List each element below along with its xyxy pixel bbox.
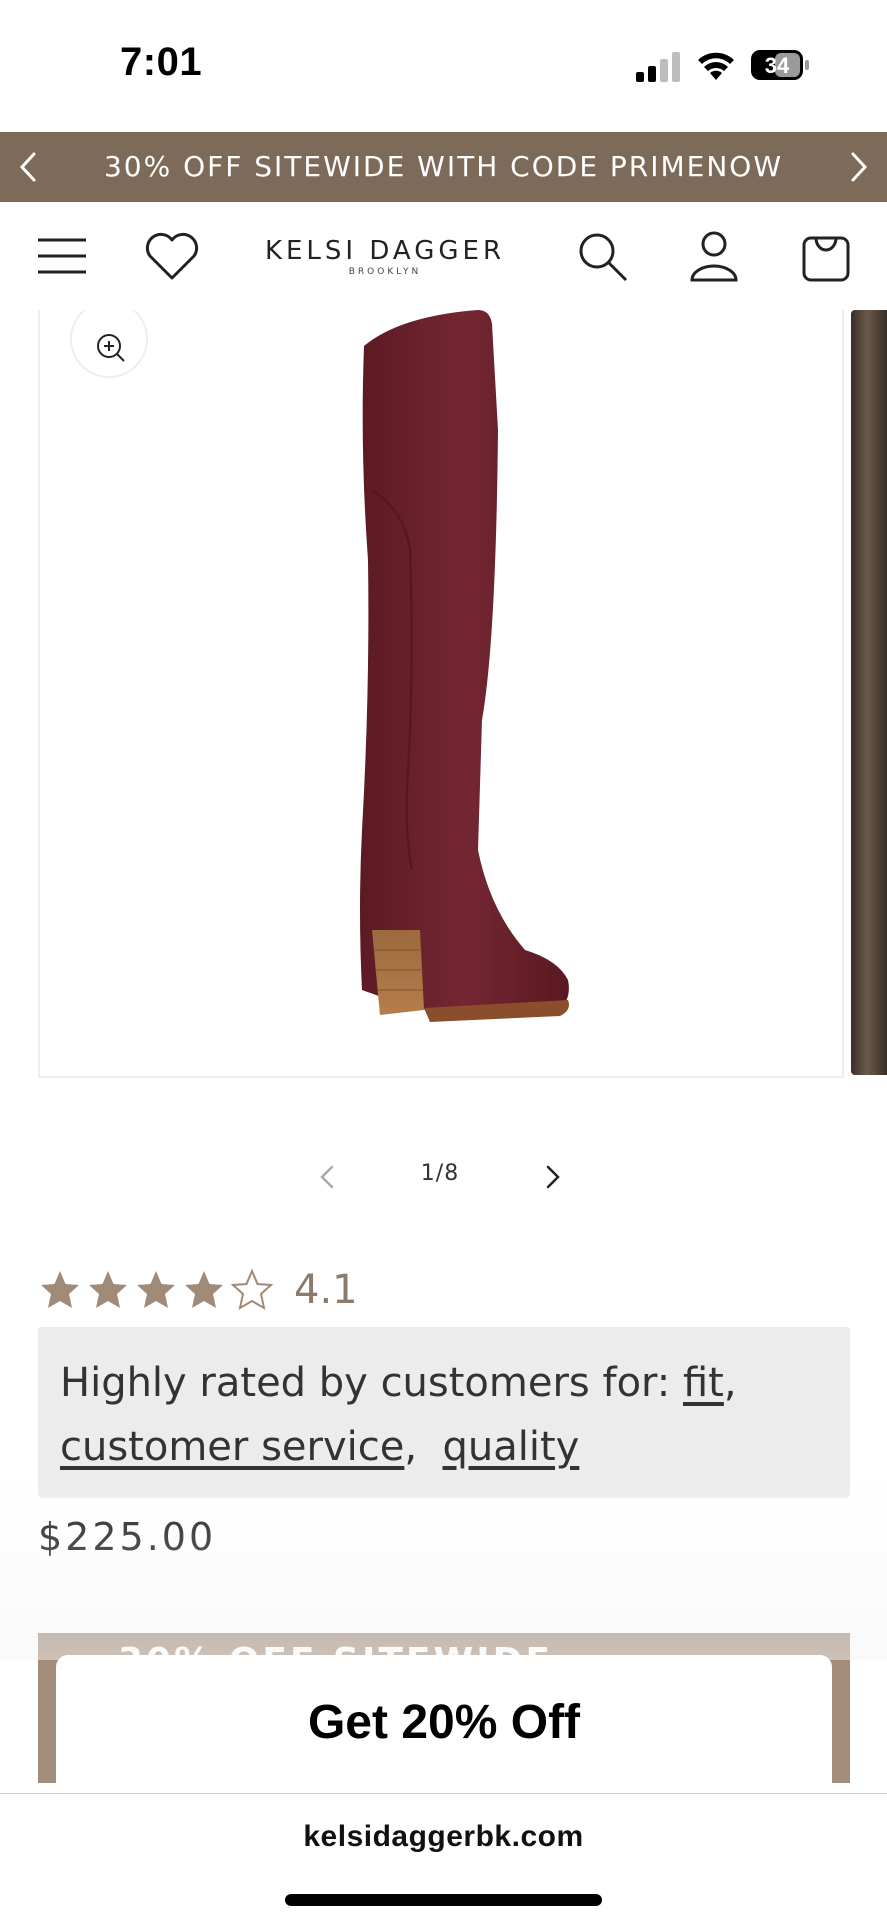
home-indicator[interactable] bbox=[285, 1894, 602, 1906]
chevron-left-icon[interactable] bbox=[8, 150, 48, 184]
highlight-link-customer-service[interactable]: customer service bbox=[60, 1424, 404, 1470]
next-image-preview[interactable] bbox=[851, 310, 887, 1075]
battery-level: 34 bbox=[765, 53, 790, 78]
logo-wordmark: KELSI DAGGER bbox=[264, 236, 506, 266]
highlight-link-quality[interactable]: quality bbox=[443, 1424, 580, 1470]
zoom-in-icon bbox=[97, 334, 125, 362]
status-bar: 7:01 34 bbox=[0, 0, 887, 132]
promo-text[interactable]: 30% OFF SITEWIDE WITH CODE PRIMENOW bbox=[60, 132, 827, 202]
product-price: $225.00 bbox=[38, 1515, 217, 1559]
site-header: KELSI DAGGER BROOKLYN bbox=[0, 202, 887, 310]
brand-logo[interactable]: KELSI DAGGER BROOKLYN bbox=[255, 236, 515, 277]
rating-value: 4.1 bbox=[294, 1267, 358, 1313]
browser-address-bar: kelsidaggerbk.com bbox=[0, 1793, 887, 1920]
url-display[interactable]: kelsidaggerbk.com bbox=[0, 1820, 887, 1854]
overlay-fade bbox=[0, 1470, 887, 1660]
product-rating[interactable]: 4.1 bbox=[38, 1262, 358, 1318]
chevron-left-icon[interactable] bbox=[310, 1159, 346, 1195]
heart-icon[interactable] bbox=[142, 226, 202, 286]
status-time: 7:01 bbox=[120, 40, 203, 84]
chevron-right-icon[interactable] bbox=[839, 150, 879, 184]
star-filled-icon bbox=[185, 1271, 223, 1308]
star-filled-icon bbox=[89, 1271, 127, 1308]
menu-icon[interactable] bbox=[32, 226, 92, 286]
star-filled-icon bbox=[41, 1271, 79, 1308]
star-empty-icon bbox=[230, 1268, 274, 1311]
image-counter: 1/8 bbox=[420, 1161, 460, 1186]
promo-banner: 30% OFF SITEWIDE WITH CODE PRIMENOW bbox=[0, 132, 887, 202]
wifi-icon bbox=[698, 52, 734, 80]
image-pager: 1/8 bbox=[300, 1155, 580, 1199]
logo-subtitle: BROOKLYN bbox=[348, 267, 422, 277]
cellular-signal-icon bbox=[636, 52, 680, 82]
zoom-button[interactable] bbox=[70, 310, 148, 378]
cart-icon[interactable] bbox=[796, 226, 856, 286]
product-image[interactable] bbox=[38, 310, 844, 1078]
popup-title[interactable]: Get 20% Off bbox=[56, 1695, 832, 1750]
star-filled-icon bbox=[137, 1271, 175, 1308]
battery-icon: 34 bbox=[750, 49, 810, 81]
product-gallery[interactable] bbox=[0, 310, 887, 1080]
boot-image bbox=[360, 310, 569, 1022]
review-highlights: Highly rated by customers for: fit, cust… bbox=[38, 1327, 850, 1498]
highlights-prefix: Highly rated by customers for: bbox=[60, 1360, 671, 1406]
account-icon[interactable] bbox=[684, 226, 744, 286]
chevron-right-icon[interactable] bbox=[534, 1159, 570, 1195]
highlight-link-fit[interactable]: fit bbox=[683, 1360, 724, 1406]
search-icon[interactable] bbox=[572, 226, 632, 286]
discount-popup[interactable]: Get 20% Off bbox=[56, 1655, 832, 1795]
